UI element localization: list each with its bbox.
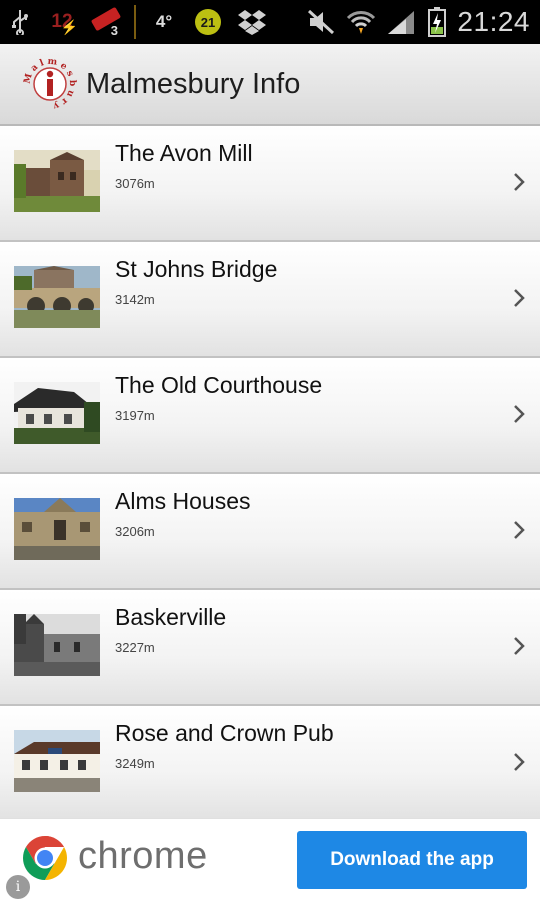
dropbox-icon (230, 0, 274, 44)
list-item[interactable]: Alms Houses 3206m (0, 474, 540, 590)
chevron-right-icon (514, 637, 525, 655)
place-distance: 3197m (115, 408, 155, 423)
chevron-right-icon (514, 753, 525, 771)
mute-icon (301, 0, 341, 44)
place-distance: 3142m (115, 292, 155, 307)
place-name: The Old Courthouse (115, 372, 323, 398)
place-name: Alms Houses (115, 488, 251, 514)
chrome-brand-text: chrome (78, 835, 208, 877)
chrome-logo-icon (20, 833, 70, 883)
list-item[interactable]: Baskerville 3227m (0, 590, 540, 706)
place-name: Rose and Crown Pub (115, 720, 334, 746)
temperature-text: 4° (155, 12, 173, 31)
usb-icon (0, 0, 40, 44)
place-thumbnail (14, 614, 100, 676)
place-thumbnail (14, 382, 100, 444)
app-header: M a l m e s b u r y Malmesbury Info (0, 44, 540, 126)
tag-icon: 3 (84, 0, 128, 44)
weather-icon: 4° (142, 0, 186, 44)
chevron-right-icon (514, 173, 525, 191)
info-logo-icon: M a l m e s b u r y (22, 56, 78, 112)
list-item[interactable]: The Old Courthouse 3197m (0, 358, 540, 474)
status-bar: 12 ⚡ 3 4° 21 21:24 (0, 0, 540, 44)
download-app-button[interactable]: Download the app (297, 831, 527, 889)
info-icon[interactable]: i (6, 875, 30, 899)
status-divider (134, 5, 136, 39)
place-thumbnail (14, 266, 100, 328)
place-distance: 3227m (115, 640, 155, 655)
badge-icon: 21 (186, 0, 230, 44)
places-list: The Avon Mill 3076m St Johns Bridge 3142… (0, 126, 540, 822)
place-name: The Avon Mill (115, 140, 253, 166)
clock-time: 21:24 (457, 6, 530, 37)
place-distance: 3076m (115, 176, 155, 191)
app-title: Malmesbury Info (86, 67, 301, 100)
list-item[interactable]: St Johns Bridge 3142m (0, 242, 540, 358)
place-name: Baskerville (115, 604, 227, 630)
battery-charging-icon (421, 0, 453, 44)
ad-banner[interactable]: chrome Download the app i (0, 818, 540, 900)
place-distance: 3206m (115, 524, 155, 539)
place-distance: 3249m (115, 756, 155, 771)
place-thumbnail (14, 150, 100, 212)
chevron-right-icon (514, 405, 525, 423)
list-item[interactable]: Rose and Crown Pub 3249m (0, 706, 540, 822)
list-item[interactable]: The Avon Mill 3076m (0, 126, 540, 242)
tag-count: 3 (110, 23, 118, 38)
chevron-right-icon (514, 289, 525, 307)
wifi-icon (341, 0, 381, 44)
signal-icon (381, 0, 421, 44)
place-thumbnail (14, 730, 100, 792)
place-name: St Johns Bridge (115, 256, 278, 282)
place-thumbnail (14, 498, 100, 560)
chevron-right-icon (514, 521, 525, 539)
notification-icon: 12 ⚡ (51, 11, 78, 35)
badge-count: 21 (195, 9, 221, 35)
